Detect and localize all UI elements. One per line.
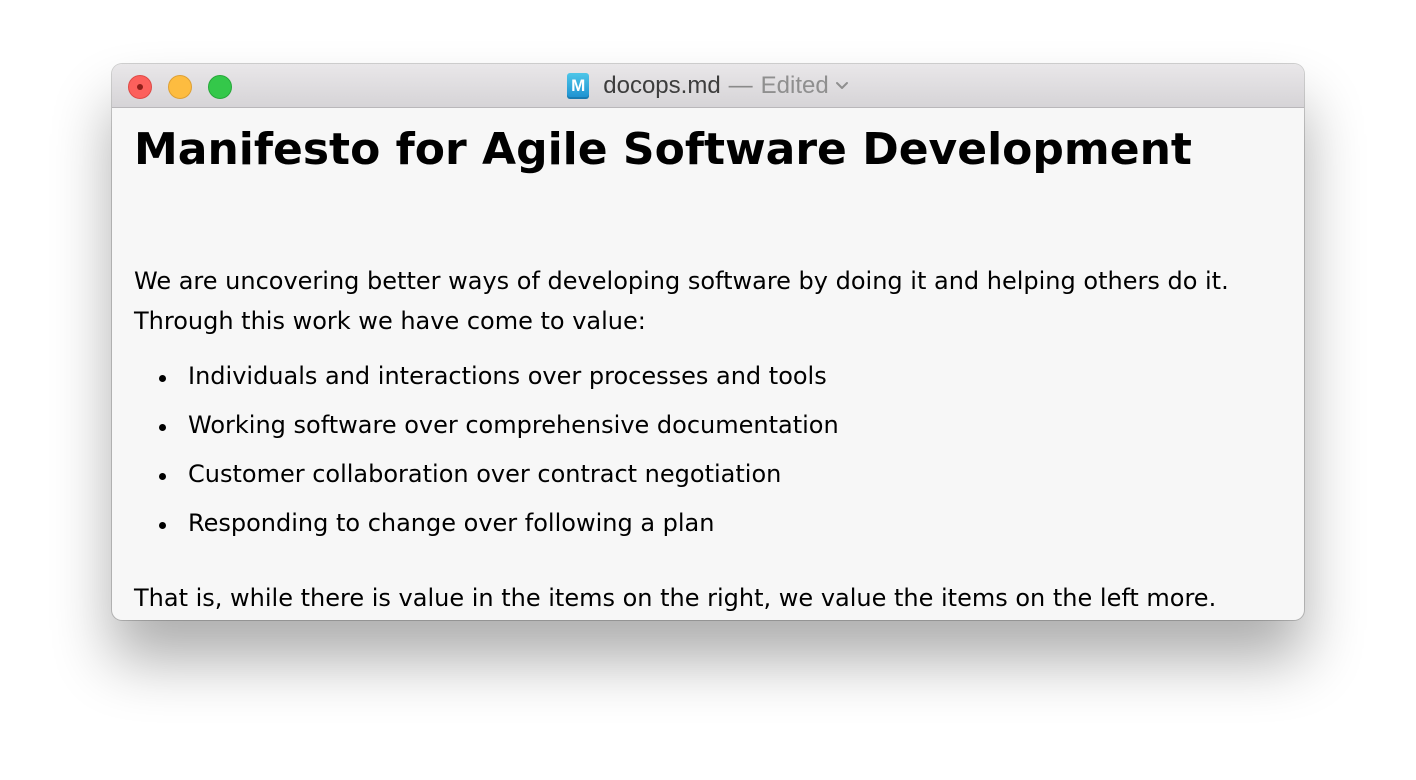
- bullet-icon: [159, 522, 166, 529]
- bullet-icon: [159, 375, 166, 382]
- list-item: Customer collaboration over contract neg…: [134, 459, 839, 508]
- list-item: Responding to change over following a pl…: [134, 508, 839, 557]
- values-list: Individuals and interactions over proces…: [134, 361, 839, 557]
- list-item-text: Responding to change over following a pl…: [188, 509, 715, 537]
- filename: docops.md: [603, 72, 721, 99]
- conclusion-paragraph: That is, while there is value in the ite…: [134, 584, 1217, 612]
- list-item: Working software over comprehensive docu…: [134, 410, 839, 459]
- title-bar[interactable]: M docops.md — Edited: [112, 64, 1304, 108]
- intro-paragraph: We are uncovering better ways of develop…: [134, 267, 1229, 335]
- window-title[interactable]: M docops.md — Edited: [112, 64, 1304, 108]
- title-separator: —: [728, 72, 753, 99]
- document-content[interactable]: Manifesto for Agile Software Development…: [134, 108, 1284, 614]
- list-item-text: Customer collaboration over contract neg…: [188, 460, 782, 488]
- chevron-down-icon[interactable]: [835, 81, 849, 91]
- list-item: Individuals and interactions over proces…: [134, 361, 839, 410]
- bullet-icon: [159, 473, 166, 480]
- editor-window: M docops.md — Edited Manifesto for Agile…: [112, 64, 1304, 620]
- list-item-text: Individuals and interactions over proces…: [188, 362, 827, 390]
- bullet-icon: [159, 424, 166, 431]
- markdown-file-icon: M: [567, 73, 590, 99]
- list-item-text: Working software over comprehensive docu…: [188, 411, 839, 439]
- edited-status: Edited: [760, 72, 829, 99]
- desktop: M docops.md — Edited Manifesto for Agile…: [0, 0, 1416, 780]
- document-heading: Manifesto for Agile Software Development: [134, 124, 1192, 175]
